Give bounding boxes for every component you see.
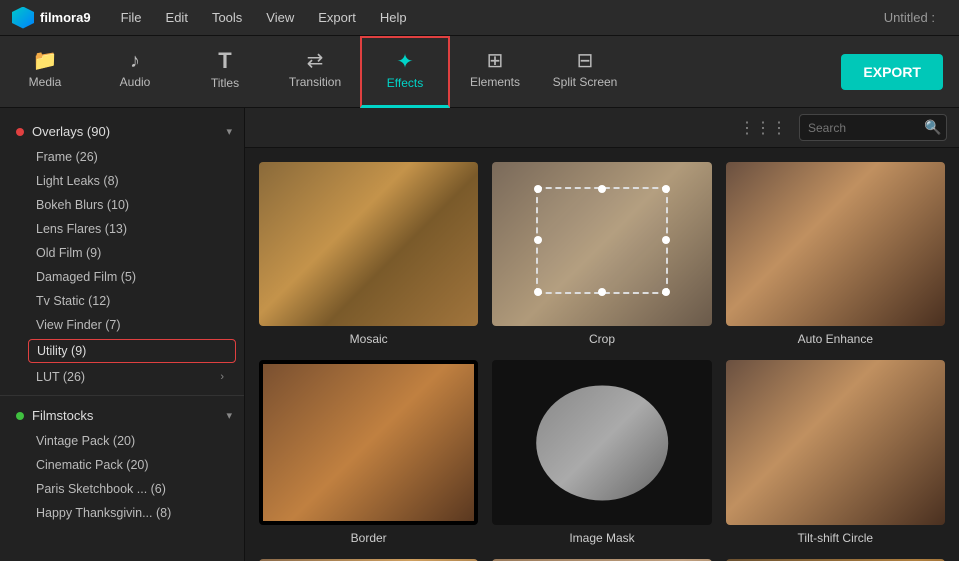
crop-thumb: [492, 162, 711, 326]
sidebar-item-view-finder[interactable]: View Finder (7): [0, 313, 244, 337]
sidebar-item-paris-sketchbook[interactable]: Paris Sketchbook ... (6): [0, 477, 244, 501]
titles-icon: T: [218, 50, 231, 72]
sidebar-header-overlays[interactable]: Overlays (90) ▾: [0, 118, 244, 145]
toolbar-elements[interactable]: ⊞ Elements: [450, 36, 540, 108]
toolbar-media[interactable]: 📁 Media: [0, 36, 90, 108]
export-button[interactable]: EXPORT: [841, 54, 943, 90]
mosaic-thumb: [259, 162, 478, 326]
sidebar-item-happy-thanksgiving[interactable]: Happy Thanksgivin... (8): [0, 501, 244, 525]
crop-handle-br: [662, 288, 670, 296]
lut-chevron: ›: [220, 371, 224, 383]
filmstocks-chevron: ▾: [226, 409, 232, 422]
sidebar-item-old-film[interactable]: Old Film (9): [0, 241, 244, 265]
effect-crop[interactable]: Crop: [492, 162, 711, 346]
search-input[interactable]: [808, 121, 918, 135]
transition-label: Transition: [289, 75, 341, 89]
menu-export[interactable]: Export: [308, 6, 366, 29]
titles-label: Titles: [211, 76, 239, 90]
logo-icon: [12, 7, 34, 29]
crop-handle-bl: [534, 288, 542, 296]
effects-label: Effects: [387, 76, 423, 90]
menu-bar: filmora9 File Edit Tools View Export Hel…: [0, 0, 959, 36]
menu-file[interactable]: File: [111, 6, 152, 29]
border-label: Border: [259, 531, 478, 545]
search-icon: 🔍: [924, 119, 941, 136]
main-content: Overlays (90) ▾ Frame (26) Light Leaks (…: [0, 108, 959, 561]
sidebar-item-vintage-pack[interactable]: Vintage Pack (20): [0, 429, 244, 453]
split-screen-icon: ⊟: [577, 51, 594, 71]
sidebar-item-frame[interactable]: Frame (26): [0, 145, 244, 169]
transition-icon: ⇄: [307, 51, 324, 71]
toolbar-audio[interactable]: ♪ Audio: [90, 36, 180, 108]
image-mask-label: Image Mask: [492, 531, 711, 545]
menu-view[interactable]: View: [256, 6, 304, 29]
crop-handle-ml: [534, 236, 542, 244]
overlays-chevron: ▾: [226, 125, 232, 138]
content-area: ⋮⋮⋮ 🔍 Mosaic: [245, 108, 959, 561]
menu-items: File Edit Tools View Export Help: [111, 6, 417, 29]
effect-mosaic[interactable]: Mosaic: [259, 162, 478, 346]
sidebar-item-cinematic-pack[interactable]: Cinematic Pack (20): [0, 453, 244, 477]
sidebar-section-filmstocks: Filmstocks ▾ Vintage Pack (20) Cinematic…: [0, 400, 244, 527]
media-label: Media: [29, 75, 62, 89]
effects-icon: ✦: [397, 52, 414, 72]
auto-enhance-thumb: [726, 162, 945, 326]
toolbar-split-screen[interactable]: ⊟ Split Screen: [540, 36, 630, 108]
sidebar-header-filmstocks[interactable]: Filmstocks ▾: [0, 402, 244, 429]
sidebar-section-overlays: Overlays (90) ▾ Frame (26) Light Leaks (…: [0, 116, 244, 391]
crop-label: Crop: [492, 332, 711, 346]
crop-handle-tr: [662, 185, 670, 193]
window-title: Untitled :: [884, 10, 935, 25]
elements-label: Elements: [470, 75, 520, 89]
grid-view-icon[interactable]: ⋮⋮⋮: [739, 118, 787, 138]
audio-label: Audio: [120, 75, 151, 89]
sidebar-item-lens-flares[interactable]: Lens Flares (13): [0, 217, 244, 241]
effect-tilt-shift-circle[interactable]: Tilt-shift Circle: [726, 360, 945, 544]
crop-handle-tc: [598, 185, 606, 193]
crop-overlay: [536, 187, 668, 294]
toolbar-transition[interactable]: ⇄ Transition: [270, 36, 360, 108]
crop-handle-bc: [598, 288, 606, 296]
auto-enhance-label: Auto Enhance: [726, 332, 945, 346]
audio-icon: ♪: [130, 51, 140, 71]
menu-help[interactable]: Help: [370, 6, 417, 29]
effects-grid: Mosaic Crop: [245, 148, 959, 561]
sidebar: Overlays (90) ▾ Frame (26) Light Leaks (…: [0, 108, 245, 561]
menu-tools[interactable]: Tools: [202, 6, 252, 29]
effect-border[interactable]: Border: [259, 360, 478, 544]
split-screen-label: Split Screen: [553, 75, 618, 89]
toolbar-titles[interactable]: T Titles: [180, 36, 270, 108]
sidebar-item-utility[interactable]: Utility (9): [28, 339, 236, 363]
crop-handle-tl: [534, 185, 542, 193]
menu-edit[interactable]: Edit: [156, 6, 198, 29]
tilt-shift-label: Tilt-shift Circle: [726, 531, 945, 545]
filmstocks-items: Vintage Pack (20) Cinematic Pack (20) Pa…: [0, 429, 244, 525]
image-mask-thumb: [492, 360, 711, 524]
logo-text: filmora9: [40, 10, 91, 25]
toolbar: 📁 Media ♪ Audio T Titles ⇄ Transition ✦ …: [0, 36, 959, 108]
effect-image-mask[interactable]: Image Mask: [492, 360, 711, 544]
content-toolbar: ⋮⋮⋮ 🔍: [245, 108, 959, 148]
filmstocks-dot: [16, 412, 24, 420]
overlays-dot: [16, 128, 24, 136]
search-box: 🔍: [799, 114, 947, 141]
sidebar-item-bokeh-blurs[interactable]: Bokeh Blurs (10): [0, 193, 244, 217]
mosaic-label: Mosaic: [259, 332, 478, 346]
sidebar-item-tv-static[interactable]: Tv Static (12): [0, 289, 244, 313]
effect-auto-enhance[interactable]: Auto Enhance: [726, 162, 945, 346]
sidebar-item-damaged-film[interactable]: Damaged Film (5): [0, 265, 244, 289]
toolbar-effects[interactable]: ✦ Effects: [360, 36, 450, 108]
media-icon: 📁: [33, 51, 58, 71]
tilt-shift-thumb: [726, 360, 945, 524]
crop-handle-mr: [662, 236, 670, 244]
elements-icon: ⊞: [487, 51, 504, 71]
overlays-label: Overlays (90): [32, 124, 226, 139]
sidebar-item-lut[interactable]: LUT (26) ›: [0, 365, 244, 389]
filmstocks-label: Filmstocks: [32, 408, 226, 423]
logo: filmora9: [12, 7, 91, 29]
overlays-items: Frame (26) Light Leaks (8) Bokeh Blurs (…: [0, 145, 244, 389]
border-thumb: [259, 360, 478, 524]
sidebar-item-light-leaks[interactable]: Light Leaks (8): [0, 169, 244, 193]
